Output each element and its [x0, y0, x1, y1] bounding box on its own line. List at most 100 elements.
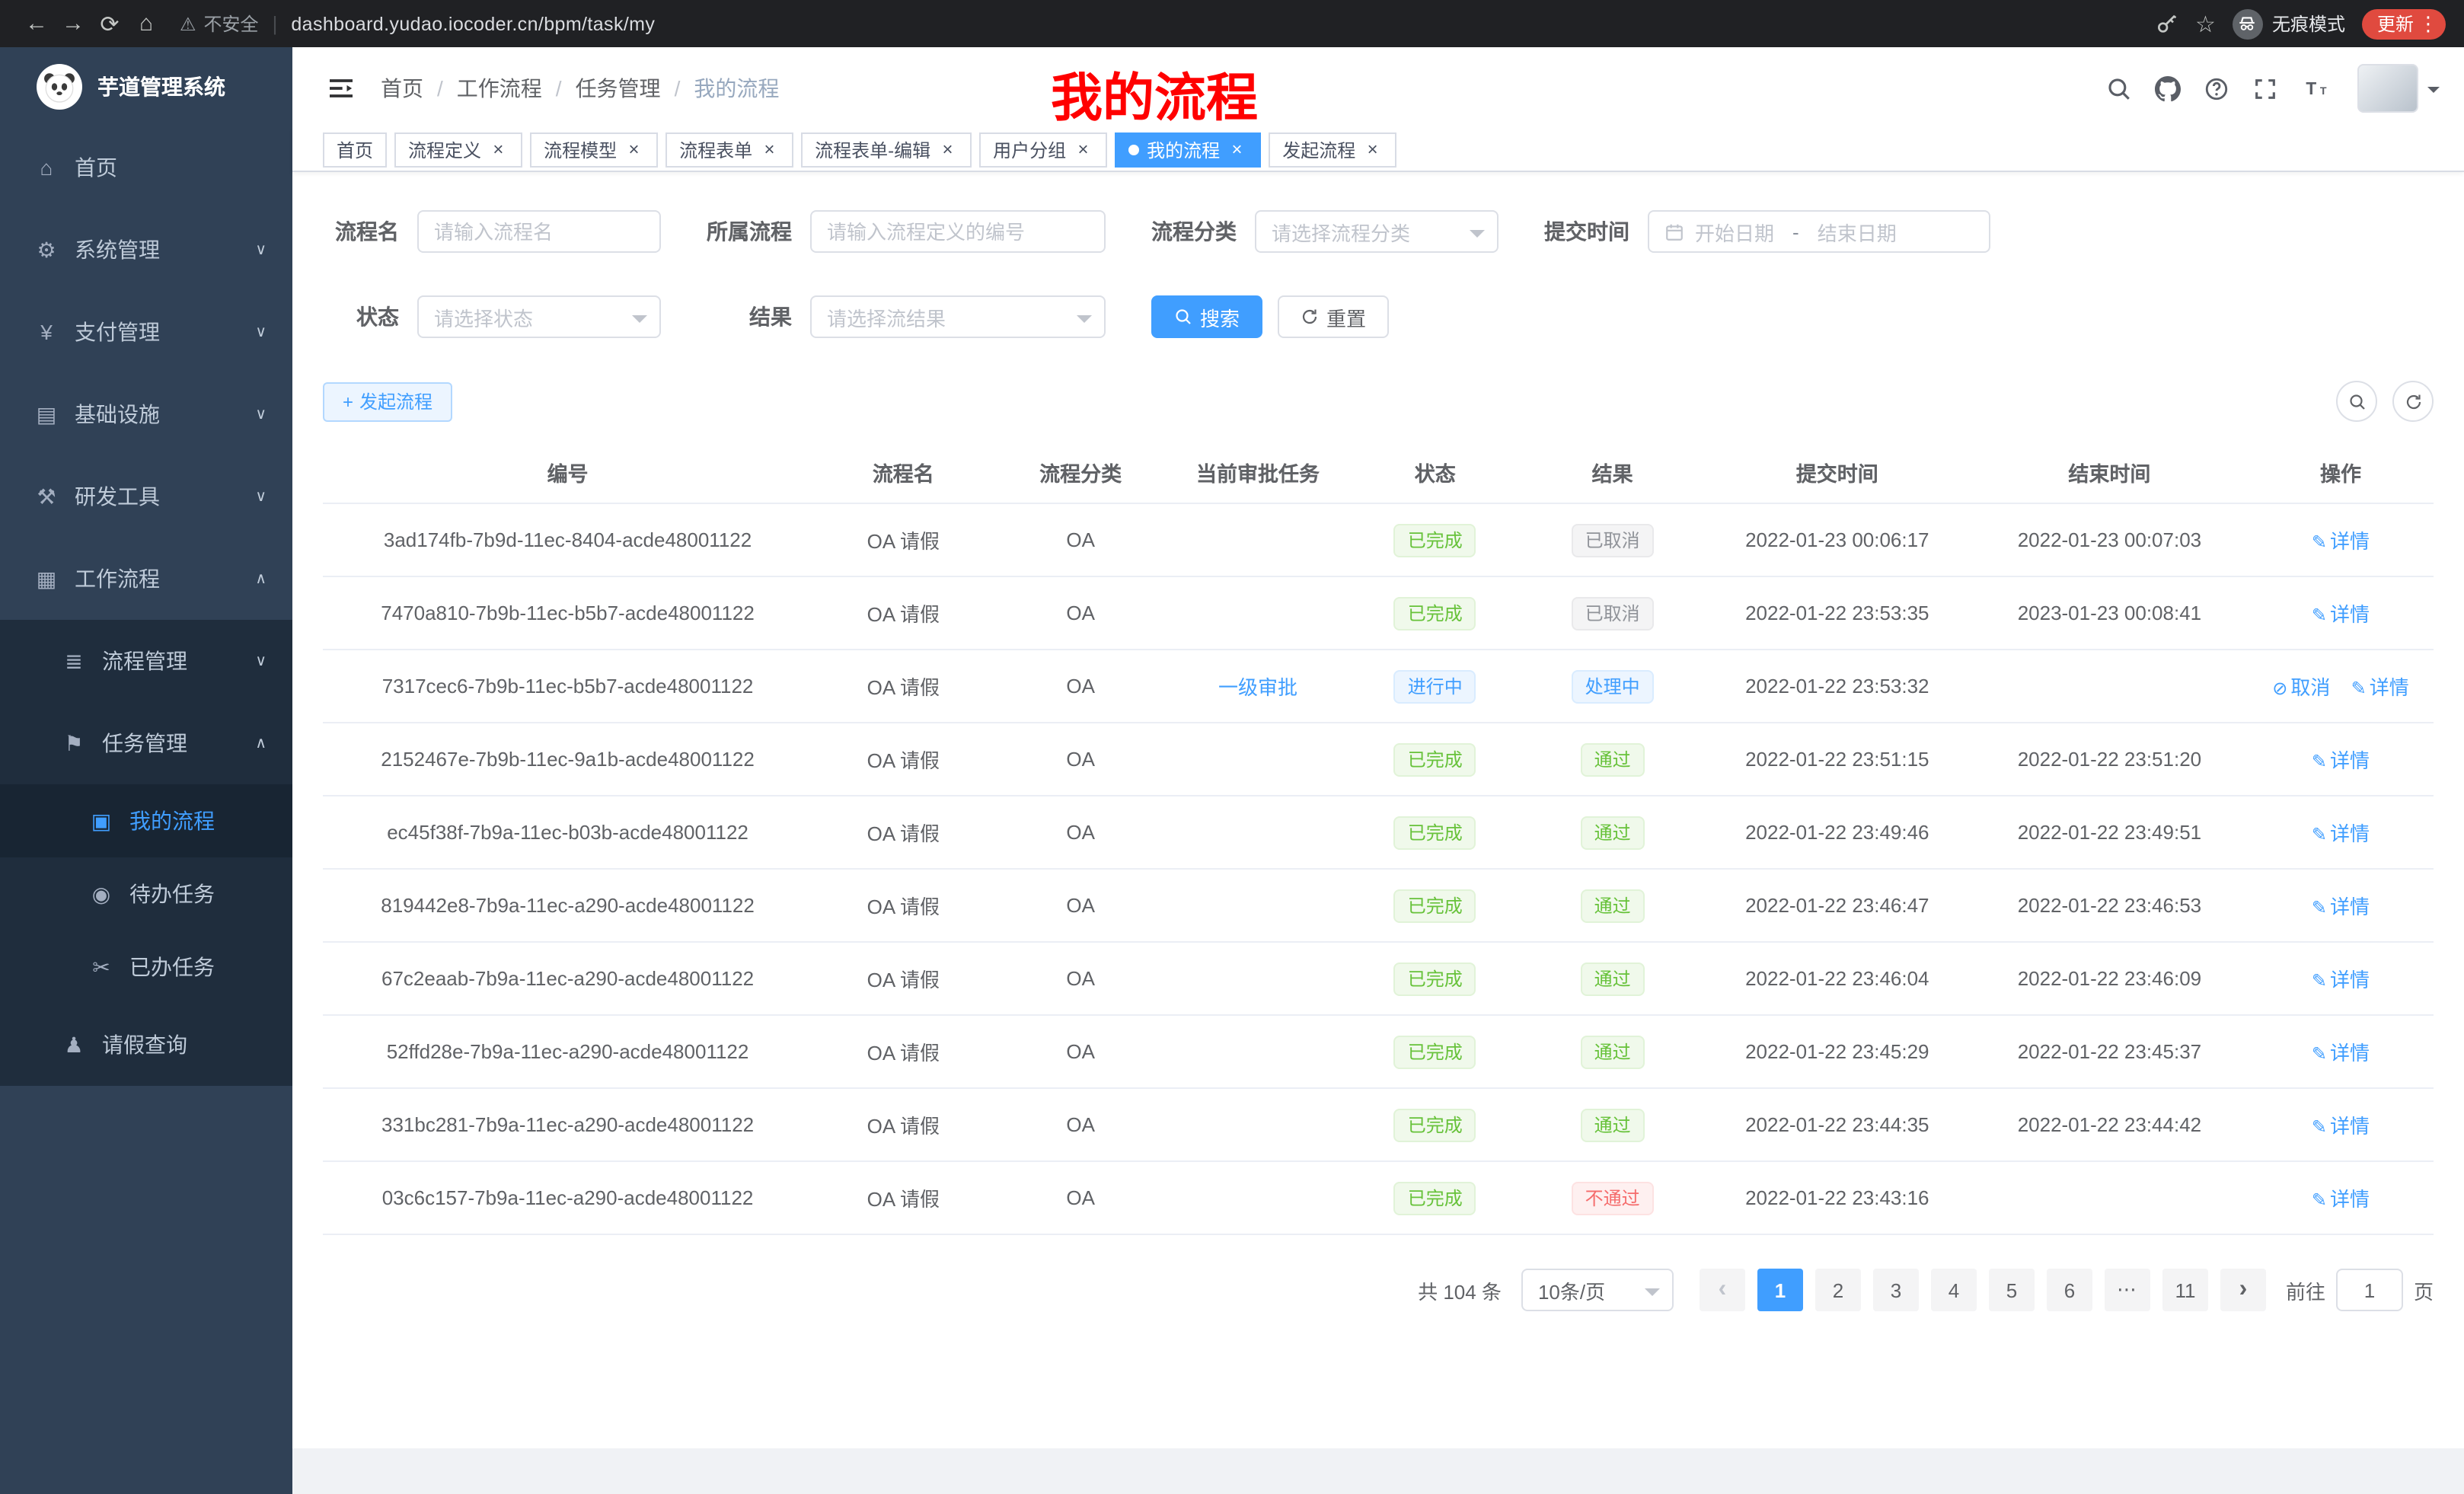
result-cell: 不通过 [1521, 1161, 1703, 1234]
category-select[interactable]: 请选择流程分类 [1255, 210, 1499, 253]
detail-button[interactable]: ✎详情 [2312, 530, 2370, 553]
page-button[interactable]: 2 [1815, 1269, 1861, 1311]
fullscreen-icon[interactable] [2252, 75, 2278, 101]
goto-page-input[interactable] [2336, 1269, 2403, 1311]
close-icon[interactable]: × [623, 139, 644, 161]
start-process-button[interactable]: + 发起流程 [323, 381, 452, 421]
tab-label: 我的流程 [1147, 137, 1220, 163]
submit-time-range-picker[interactable]: 开始日期 - 结束日期 [1648, 210, 1990, 253]
sidebar-item[interactable]: ⚒ 研发工具 ∨ [0, 455, 292, 538]
tab[interactable]: 流程表单-编辑 × [801, 132, 972, 168]
edit-icon: ✎ [2312, 1116, 2327, 1138]
close-icon[interactable]: × [1226, 139, 1247, 161]
browser-reload-button[interactable]: ⟳ [91, 5, 128, 42]
start-date-placeholder[interactable]: 开始日期 [1695, 217, 1774, 246]
detail-button[interactable]: ✎详情 [2312, 822, 2370, 845]
page-button[interactable]: 6 [2047, 1269, 2092, 1311]
sidebar-item-label: 任务管理 [102, 728, 187, 758]
process-def-input[interactable] [810, 210, 1106, 253]
toggle-search-button[interactable] [2336, 381, 2377, 422]
tab[interactable]: 流程表单 × [665, 132, 793, 168]
column-header: 当前审批任务 [1167, 442, 1348, 503]
sidebar-item[interactable]: ⚑ 任务管理 ∧ [0, 702, 292, 784]
detail-button[interactable]: ✎详情 [2312, 1115, 2370, 1138]
sidebar-item[interactable]: ⚙ 系统管理 ∨ [0, 209, 292, 291]
password-key-icon[interactable] [2154, 11, 2178, 36]
end-date-placeholder[interactable]: 结束日期 [1818, 217, 1897, 246]
tab[interactable]: 我的流程 × [1115, 132, 1261, 168]
tab[interactable]: 流程定义 × [394, 132, 522, 168]
breadcrumb-item[interactable]: 任务管理 [542, 73, 661, 104]
detail-button[interactable]: ✎详情 [2312, 603, 2370, 626]
browser-menu-icon[interactable]: ⋮ [2418, 11, 2438, 36]
detail-button[interactable]: ✎详情 [2312, 969, 2370, 991]
close-icon[interactable]: × [937, 139, 958, 161]
status-cell: 已完成 [1348, 942, 1521, 1015]
prev-page-button[interactable]: ‹ [1700, 1269, 1745, 1311]
active-dot-icon [1128, 145, 1139, 155]
incognito-label: 无痕模式 [2272, 11, 2345, 37]
detail-button[interactable]: ✎详情 [2312, 1188, 2370, 1211]
close-icon[interactable]: × [487, 139, 509, 161]
help-icon[interactable] [2204, 75, 2229, 101]
sidebar-item[interactable]: ▣ 我的流程 [0, 784, 292, 857]
search-button[interactable]: 搜索 [1151, 295, 1262, 338]
page-button[interactable]: 4 [1931, 1269, 1977, 1311]
tab[interactable]: 首页 [323, 132, 387, 168]
sidebar-toggle-icon[interactable] [326, 73, 356, 104]
tab[interactable]: 用户分组 × [979, 132, 1107, 168]
detail-button[interactable]: ✎详情 [2312, 1042, 2370, 1065]
page-button[interactable]: 3 [1873, 1269, 1919, 1311]
address-bar[interactable]: dashboard.yudao.iocoder.cn/bpm/task/my [291, 13, 655, 34]
page-button[interactable]: 5 [1989, 1269, 2035, 1311]
cancel-button[interactable]: ⊘取消 [2272, 676, 2330, 699]
process-name-input[interactable] [417, 210, 661, 253]
github-icon[interactable] [2155, 75, 2181, 101]
security-chip[interactable]: ⚠ 不安全 [180, 11, 259, 37]
current-task-link[interactable]: 一级审批 [1218, 676, 1297, 699]
end-time-cell: 2022-01-22 23:44:42 [1971, 1088, 2248, 1161]
ops-cell: ✎详情 [2248, 942, 2434, 1015]
column-header: 状态 [1348, 442, 1521, 503]
sidebar-item[interactable]: ✂ 已办任务 [0, 931, 292, 1004]
browser-update-button[interactable]: 更新 ⋮ [2362, 8, 2446, 39]
page-button[interactable]: ⋯ [2105, 1269, 2150, 1311]
close-icon[interactable]: × [1072, 139, 1093, 161]
tab[interactable]: 发起流程 × [1269, 132, 1396, 168]
detail-button[interactable]: ✎详情 [2312, 895, 2370, 918]
sidebar-item[interactable]: ¥ 支付管理 ∨ [0, 291, 292, 373]
sidebar-item[interactable]: ⌂ 首页 [0, 126, 292, 209]
page-button[interactable]: 11 [2162, 1269, 2208, 1311]
status-select[interactable]: 请选择状态 [417, 295, 661, 338]
sidebar-item[interactable]: ▤ 基础设施 ∨ [0, 373, 292, 455]
breadcrumb-item[interactable]: 工作流程 [423, 73, 542, 104]
tab[interactable]: 流程模型 × [530, 132, 658, 168]
close-icon[interactable]: × [1361, 139, 1383, 161]
table-row: 7470a810-7b9b-11ec-b5b7-acde48001122 OA … [323, 576, 2434, 650]
browser-forward-button[interactable]: → [55, 5, 91, 42]
sidebar-item[interactable]: ♟ 请假查询 [0, 1004, 292, 1086]
breadcrumb-item[interactable]: 首页 [381, 73, 423, 104]
refresh-table-button[interactable] [2392, 381, 2434, 422]
avatar[interactable] [2357, 64, 2418, 113]
detail-button[interactable]: ✎详情 [2312, 749, 2370, 772]
incognito-badge[interactable]: 无痕模式 [2233, 8, 2345, 39]
browser-home-button[interactable]: ⌂ [128, 5, 164, 42]
font-size-icon[interactable] [2301, 75, 2335, 101]
sidebar-item[interactable]: ▦ 工作流程 ∧ [0, 538, 292, 620]
sidebar-item[interactable]: ≣ 流程管理 ∨ [0, 620, 292, 702]
search-icon[interactable] [2106, 75, 2132, 101]
sidebar-item[interactable]: ◉ 待办任务 [0, 857, 292, 931]
bookmark-star-icon[interactable]: ☆ [2195, 10, 2216, 37]
page-button[interactable]: 1 [1757, 1269, 1803, 1311]
close-icon[interactable]: × [758, 139, 780, 161]
result-select[interactable]: 请选择流结果 [810, 295, 1106, 338]
detail-button[interactable]: ✎详情 [2351, 676, 2409, 699]
page-size-select[interactable]: 10条/页 [1521, 1269, 1674, 1311]
user-menu[interactable] [2357, 64, 2440, 113]
select-caret-icon [1077, 315, 1092, 330]
reset-button[interactable]: 重置 [1278, 295, 1389, 338]
next-page-button[interactable]: › [2220, 1269, 2266, 1311]
browser-back-button[interactable]: ← [18, 5, 55, 42]
result-badge: 通过 [1581, 962, 1645, 995]
